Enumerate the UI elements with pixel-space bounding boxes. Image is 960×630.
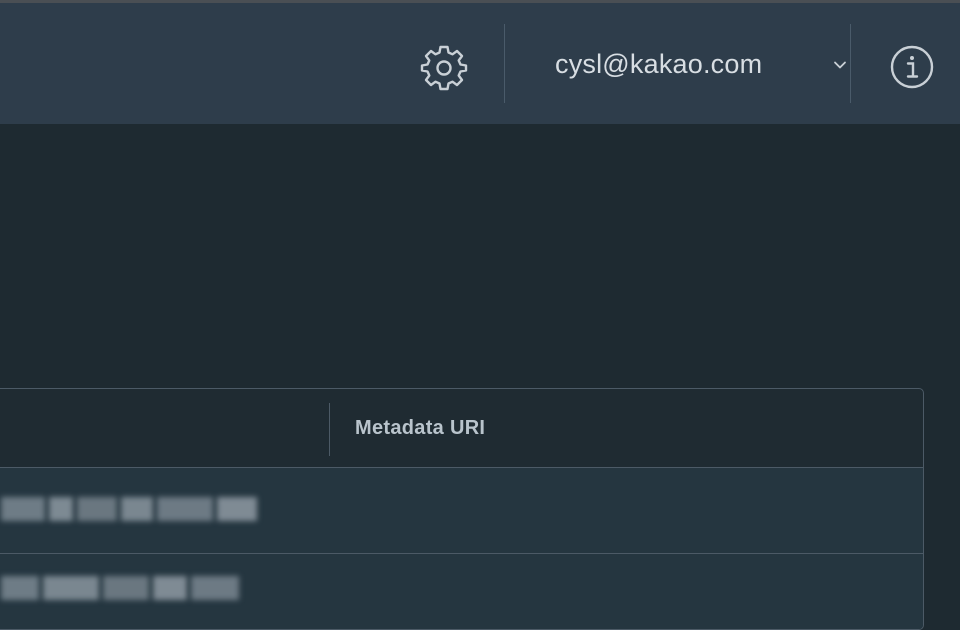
redacted-cell-text — [1, 576, 243, 600]
chevron-down-icon — [834, 61, 846, 69]
header-divider — [850, 24, 851, 103]
user-email: cysl@kakao.com — [555, 49, 763, 79]
column-resize-handle[interactable] — [329, 403, 330, 456]
table-row[interactable] — [0, 467, 923, 553]
info-circle-icon — [890, 45, 934, 89]
user-menu-dropdown[interactable]: cysl@kakao.com — [506, 25, 850, 105]
settings-button[interactable] — [419, 43, 469, 93]
gear-icon — [420, 45, 468, 91]
data-table: Metadata URI — [0, 388, 924, 630]
info-button[interactable] — [886, 41, 938, 93]
column-header-metadata-uri[interactable]: Metadata URI — [355, 417, 485, 440]
redacted-cell-text — [1, 497, 261, 521]
top-navigation-bar: cysl@kakao.com — [0, 3, 960, 124]
table-header: Metadata URI — [0, 389, 923, 467]
table-row[interactable] — [0, 553, 923, 629]
header-divider — [504, 24, 505, 103]
